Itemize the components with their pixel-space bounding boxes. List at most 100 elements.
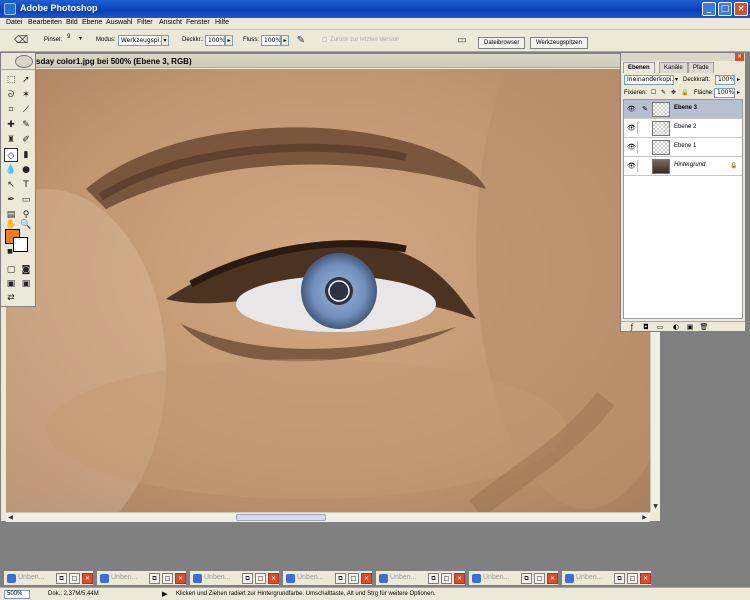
zoom-level-field[interactable]: 500%: [4, 590, 30, 599]
tab-kanaele[interactable]: Kanäle: [659, 62, 688, 73]
layer-opacity-slider-icon[interactable]: ▸: [737, 76, 740, 83]
new-layer-icon[interactable]: ▣: [685, 323, 695, 332]
minimized-window[interactable]: Unben... ⧉ □ ×: [282, 570, 373, 586]
restore-icon[interactable]: ⧉: [614, 573, 625, 584]
layer-row-hintergrund[interactable]: 👁 Hintergrund 🔒: [624, 157, 742, 176]
quick-mask-mode-icon[interactable]: ◙: [19, 263, 33, 277]
brush-size[interactable]: 9: [67, 34, 70, 40]
visibility-eye-icon[interactable]: 👁: [626, 141, 638, 153]
marquee-tool-icon[interactable]: ⬚: [4, 73, 18, 87]
close-button[interactable]: ×: [734, 2, 748, 16]
menu-filter[interactable]: Filter: [137, 19, 153, 26]
scroll-down-icon[interactable]: ▼: [651, 502, 660, 511]
restore-icon[interactable]: ⧉: [149, 573, 160, 584]
layer-set-icon[interactable]: ▭: [655, 323, 665, 332]
palette-title-bar[interactable]: [621, 53, 745, 61]
minimize-button[interactable]: _: [702, 2, 716, 16]
close-icon[interactable]: ×: [361, 573, 372, 584]
lock-image-icon[interactable]: ✎: [661, 89, 666, 96]
maximize-icon[interactable]: □: [162, 573, 173, 584]
layer-style-icon[interactable]: ƒ: [627, 323, 637, 332]
title-bar[interactable]: Adobe Photoshop _ □ ×: [0, 0, 750, 18]
layer-row-ebene-1[interactable]: 👁 Ebene 1: [624, 138, 742, 157]
slice-tool-icon[interactable]: ⟋: [19, 103, 33, 117]
menu-bild[interactable]: Bild: [66, 19, 78, 26]
standard-mode-icon[interactable]: ▢: [4, 263, 18, 277]
close-icon[interactable]: ×: [547, 573, 558, 584]
menu-datei[interactable]: Datei: [6, 19, 22, 26]
minimized-window[interactable]: Unben... ⧉ □ ×: [468, 570, 559, 586]
layer-opacity-input[interactable]: 100%: [715, 75, 735, 85]
text-tool-icon[interactable]: T: [19, 178, 33, 192]
opacity-input[interactable]: 100%: [205, 35, 225, 46]
gradient-tool-icon[interactable]: ▮: [19, 148, 33, 162]
maximize-icon[interactable]: □: [348, 573, 359, 584]
visibility-eye-icon[interactable]: 👁: [626, 103, 638, 115]
flow-input[interactable]: 100%: [261, 35, 281, 46]
menu-fenster[interactable]: Fenster: [186, 19, 210, 26]
status-menu-arrow-icon[interactable]: ▶: [162, 590, 167, 598]
adjustment-layer-icon[interactable]: ◐: [671, 323, 681, 332]
clone-stamp-tool-icon[interactable]: ♜: [4, 133, 18, 147]
restore-icon[interactable]: ⧉: [335, 573, 346, 584]
maximize-icon[interactable]: □: [441, 573, 452, 584]
magic-wand-tool-icon[interactable]: ✶: [19, 88, 33, 102]
default-colors-icon[interactable]: ■: [3, 245, 17, 259]
blur-tool-icon[interactable]: 💧: [4, 163, 18, 177]
crop-tool-icon[interactable]: ⌗: [4, 103, 18, 117]
document-title-bar[interactable]: sday color1.jpg bei 500% (Ebene 3, RGB): [1, 54, 660, 68]
history-brush-tool-icon[interactable]: ✐: [19, 133, 33, 147]
menu-hilfe[interactable]: Hilfe: [215, 19, 229, 26]
link-slot[interactable]: [640, 122, 650, 134]
flow-slider-icon[interactable]: ▸: [281, 35, 289, 46]
menu-bearbeiten[interactable]: Bearbeiten: [28, 19, 62, 26]
menu-ansicht[interactable]: Ansicht: [159, 19, 182, 26]
link-slot[interactable]: [640, 160, 650, 172]
close-icon[interactable]: ×: [454, 573, 465, 584]
blend-mode-dropdown-icon[interactable]: ▾: [675, 76, 678, 83]
blend-mode-select[interactable]: Ineinanderkopi...: [624, 75, 674, 85]
eraser-tool-icon[interactable]: ◇: [4, 148, 18, 162]
restore-icon[interactable]: ⧉: [242, 573, 253, 584]
fill-input[interactable]: 100%: [714, 88, 735, 98]
maximize-icon[interactable]: □: [255, 573, 266, 584]
layer-mask-icon[interactable]: ◘: [641, 323, 651, 332]
pen-tool-icon[interactable]: ✒: [4, 193, 18, 207]
maximize-button[interactable]: □: [718, 2, 732, 16]
image-canvas[interactable]: [6, 69, 650, 512]
brush-dropdown-icon[interactable]: ▾: [79, 35, 82, 42]
scroll-left-icon[interactable]: ◀: [6, 513, 15, 522]
palette-close-icon[interactable]: ×: [735, 53, 744, 61]
screen-mode-standard-icon[interactable]: ▣: [4, 277, 18, 291]
minimized-window[interactable]: Unben... ⧉ □ ×: [375, 570, 466, 586]
brush-tool-icon[interactable]: ✎: [19, 118, 33, 132]
minimized-window[interactable]: Unben... ⧉ □ ×: [561, 570, 652, 586]
trash-icon[interactable]: 🗑: [699, 323, 709, 332]
maximize-icon[interactable]: □: [627, 573, 638, 584]
erase-to-history-checkbox[interactable]: ☐: [322, 37, 327, 44]
visibility-eye-icon[interactable]: 👁: [626, 160, 638, 172]
horizontal-scroll-thumb[interactable]: [236, 514, 326, 521]
maximize-icon[interactable]: □: [534, 573, 545, 584]
photoshop-feather-icon[interactable]: [15, 55, 33, 68]
close-icon[interactable]: ×: [640, 573, 651, 584]
fill-slider-icon[interactable]: ▸: [737, 89, 740, 96]
mode-select[interactable]: Werkzeugspi...: [118, 35, 162, 46]
close-icon[interactable]: ×: [175, 573, 186, 584]
close-icon[interactable]: ×: [82, 573, 93, 584]
tab-pfade[interactable]: Pfade: [688, 62, 714, 73]
scroll-right-icon[interactable]: ▶: [640, 513, 649, 522]
restore-icon[interactable]: ⧉: [521, 573, 532, 584]
lock-all-icon[interactable]: 🔒: [681, 89, 688, 96]
lock-transparency-icon[interactable]: ☐: [651, 89, 656, 96]
lasso-tool-icon[interactable]: ᘐ: [4, 88, 18, 102]
maximize-icon[interactable]: □: [69, 573, 80, 584]
jump-to-imageready-icon[interactable]: ⇄: [4, 291, 18, 305]
layer-row-ebene-2[interactable]: 👁 Ebene 2: [624, 119, 742, 138]
airbrush-icon[interactable]: ✎: [294, 35, 308, 47]
tab-dateibrowser[interactable]: Dateibrowser: [478, 37, 526, 49]
restore-icon[interactable]: ⧉: [56, 573, 67, 584]
zoom-tool-icon[interactable]: 🔍: [19, 218, 33, 232]
opacity-slider-icon[interactable]: ▸: [225, 35, 233, 46]
toolbox-header[interactable]: [1, 53, 35, 70]
